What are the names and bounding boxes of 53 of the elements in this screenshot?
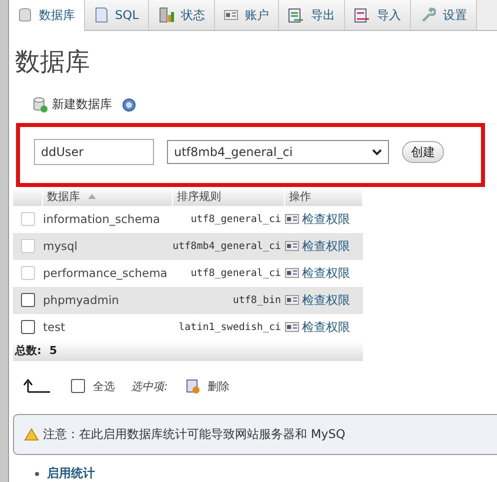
arrow-up-icon (23, 379, 51, 394)
with-selected-label: 选中项: (131, 378, 168, 394)
tab[interactable]: 导出 (278, 0, 345, 30)
total-label: 总数: (15, 343, 42, 358)
delete-link[interactable]: 删除 (208, 378, 230, 394)
chevron-down-icon (372, 148, 382, 156)
wrench-icon (420, 7, 436, 24)
bar-chart-icon (158, 7, 174, 24)
tab[interactable]: 账户 (214, 0, 279, 30)
database-name[interactable]: phpmyadmin (43, 293, 171, 308)
collation-cell-text: utf8_bin (232, 294, 282, 306)
select-all-label[interactable]: 全选 (93, 378, 115, 394)
notice-text: 注意：在此启用数据库统计可能导致网站服务器和 MySQ (43, 426, 346, 443)
help-icon[interactable] (122, 98, 136, 112)
tab[interactable]: 导入 (344, 0, 411, 30)
column-header[interactable]: 数据库 (43, 186, 173, 206)
tab[interactable]: SQL (85, 0, 149, 30)
select-all-checkbox[interactable] (71, 379, 85, 394)
id-card-icon (285, 214, 299, 224)
column-header: 操作 (285, 186, 363, 206)
collation-cell-text: utf8_general_ci (190, 268, 282, 279)
collation-select[interactable]: utf8mb4_general_ci (167, 140, 389, 164)
collation-cell-text: utf8mb4_general_ci (172, 240, 282, 252)
database-name-field[interactable]: ddUser (34, 139, 154, 166)
row-checkbox[interactable] (21, 293, 35, 308)
check-privileges-link[interactable]: 检查权限 (285, 292, 363, 309)
id-card-icon (285, 295, 299, 306)
new-database-label: 新建数据库 (52, 96, 112, 114)
tab[interactable]: 设置 (410, 0, 477, 30)
collation-cell-text: latin1_swedish_ci (178, 322, 282, 333)
total-count: 5 (49, 344, 58, 358)
tab[interactable]: 状态 (148, 0, 215, 30)
import-icon (354, 8, 370, 23)
warning-icon (24, 428, 39, 441)
tab[interactable]: 数据库 (9, 0, 85, 32)
id-card-icon (224, 10, 238, 20)
collation-cell-text: utf8_general_ci (190, 214, 282, 225)
page-title: 数据库 (15, 46, 91, 78)
enable-statistics-link[interactable]: 启用统计 (47, 465, 95, 482)
sort-arrow-icon (88, 194, 96, 199)
database-name[interactable]: test (43, 320, 171, 334)
id-card-icon (285, 322, 299, 332)
id-card-icon (285, 241, 299, 252)
check-privileges-link[interactable]: 检查权限 (285, 318, 363, 336)
create-button[interactable]: 创建 (402, 141, 444, 164)
add-database-icon (33, 96, 48, 113)
id-card-icon (285, 268, 299, 278)
delete-icon (186, 378, 200, 394)
column-header[interactable]: 排序规则 (173, 186, 285, 206)
database-icon (18, 8, 32, 24)
document-icon (94, 7, 108, 24)
row-checkbox[interactable] (21, 320, 35, 334)
export-icon (288, 8, 304, 23)
